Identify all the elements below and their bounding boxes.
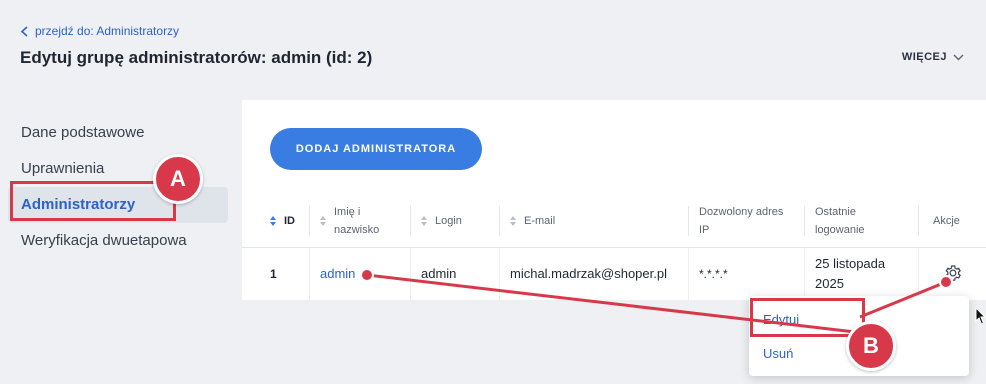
- column-header-email[interactable]: E-mail: [500, 196, 689, 247]
- column-header-id[interactable]: ID: [242, 196, 310, 247]
- sidebar-item-label: Uprawnienia: [21, 160, 105, 177]
- main-panel: DODAJ ADMINISTRATORA ID Imię i nazwisko …: [242, 100, 986, 301]
- more-button[interactable]: WIĘCEJ: [902, 51, 964, 63]
- more-button-label: WIĘCEJ: [901, 51, 947, 63]
- chevron-down-icon: [953, 54, 964, 60]
- column-label: ID: [284, 215, 295, 228]
- cell-last-login-value: 25 listopada 2025: [815, 255, 886, 291]
- cell-email-value: michal.madrzak@shoper.pl: [510, 266, 667, 282]
- page-title: Edytuj grupę administratorów: admin (id:…: [20, 48, 373, 67]
- table-header-row: ID Imię i nazwisko Login E-mail Dozwolon…: [242, 196, 986, 247]
- column-label: Dozwolony adres IP: [699, 206, 784, 237]
- callout-highlight-a: [10, 181, 176, 221]
- sort-icon: [270, 216, 276, 227]
- table-row: 1 admin admin michal.madrzak@shoper.pl *…: [242, 247, 986, 301]
- column-label: Imię i nazwisko: [334, 206, 380, 237]
- back-link-label: przejdź do: Administratorzy: [35, 24, 180, 38]
- callout-highlight-b: [750, 298, 865, 337]
- column-header-last-login: Ostatnie logowanie: [805, 196, 919, 247]
- sort-icon: [421, 216, 427, 227]
- admin-name-link[interactable]: admin: [320, 266, 355, 281]
- callout-badge-a: A: [153, 154, 203, 204]
- gear-icon[interactable]: [944, 264, 962, 282]
- callout-badge-b: B: [846, 321, 896, 371]
- sidebar-item-label: Weryfikacja dwuetapowa: [21, 232, 187, 249]
- column-header-name[interactable]: Imię i nazwisko: [310, 196, 411, 247]
- administrators-table: ID Imię i nazwisko Login E-mail Dozwolon…: [242, 196, 986, 301]
- column-label: E-mail: [524, 215, 556, 228]
- cell-login-value: admin: [421, 266, 457, 282]
- column-header-ip: Dozwolony adres IP: [689, 196, 805, 247]
- cell-id-value: 1: [270, 266, 277, 281]
- add-administrator-button[interactable]: DODAJ ADMINISTRATORA: [270, 128, 482, 170]
- sort-icon: [510, 216, 516, 227]
- column-label: Ostatnie logowanie: [815, 206, 865, 237]
- cell-ip: *.*.*.*: [689, 247, 805, 301]
- column-header-login[interactable]: Login: [411, 196, 500, 247]
- column-label: Login: [435, 215, 462, 228]
- mouse-cursor-icon: [975, 307, 986, 325]
- sidebar-item-label: Dane podstawowe: [21, 124, 145, 141]
- sort-icon: [320, 216, 326, 227]
- cell-email: michal.madrzak@shoper.pl: [500, 247, 689, 301]
- cell-id: 1: [242, 247, 310, 301]
- chevron-left-icon: [20, 25, 28, 37]
- back-link[interactable]: przejdź do: Administratorzy: [20, 24, 179, 38]
- cell-ip-value: *.*.*.*: [699, 266, 728, 281]
- column-header-actions: Akcje: [919, 196, 986, 247]
- cell-last-login: 25 listopada 2025: [805, 247, 919, 301]
- cell-name[interactable]: admin: [310, 247, 411, 301]
- column-label: Akcje: [933, 215, 960, 228]
- page-header: przejdź do: Administratorzy Edytuj grupę…: [0, 0, 986, 90]
- sidebar-item-basic-data[interactable]: Dane podstawowe: [0, 115, 240, 151]
- sidebar-item-two-factor[interactable]: Weryfikacja dwuetapowa: [0, 223, 240, 259]
- cell-login: admin: [411, 247, 500, 301]
